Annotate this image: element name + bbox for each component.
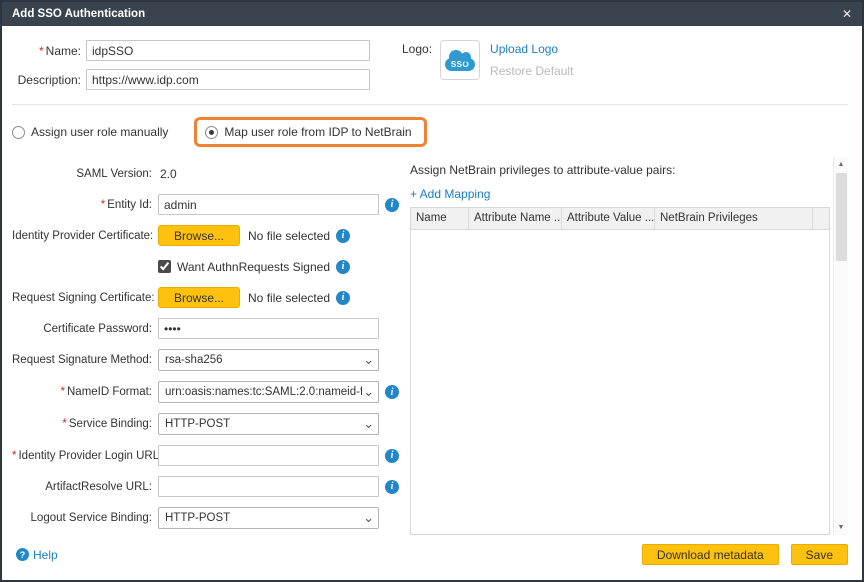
sso-logo-icon: SSO (440, 40, 480, 80)
saml-form: SAML Version: 2.0 *Entity Id: i Identity… (12, 157, 400, 535)
required-marker: * (101, 199, 105, 211)
info-icon[interactable]: i (385, 449, 399, 463)
name-label: *Name: (12, 44, 86, 58)
required-marker: * (61, 386, 65, 398)
logo-area: Logo: SSO Upload Logo Restore Default (402, 40, 573, 98)
nameid-format-select[interactable]: urn:oasis:names:tc:SAML:2.0:nameid-fo...… (158, 381, 379, 403)
dialog-titlebar: Add SSO Authentication ✕ (2, 2, 862, 26)
radio-map-idp-netbrain[interactable]: Map user role from IDP to NetBrain (205, 125, 411, 139)
chevron-down-icon: ⌄ (363, 351, 374, 369)
upload-logo-link[interactable]: Upload Logo (490, 42, 558, 56)
annotation-highlight-box: Map user role from IDP to NetBrain (194, 117, 426, 147)
certificate-password-label: Certificate Password: (12, 323, 158, 335)
description-input[interactable] (86, 69, 370, 90)
info-icon[interactable]: i (385, 480, 399, 494)
radio-unselected-icon[interactable] (12, 126, 25, 139)
column-header-netbrain-privileges: NetBrain Privileges (655, 208, 813, 229)
mapping-panel: Assign NetBrain privileges to attribute-… (400, 157, 848, 535)
logo-label: Logo: (402, 40, 440, 98)
required-marker: * (39, 44, 44, 58)
add-mapping-link[interactable]: + Add Mapping (410, 187, 490, 201)
service-binding-label: *Service Binding: (12, 418, 158, 430)
add-sso-authentication-dialog: Add SSO Authentication ✕ *Name: Descript… (0, 0, 864, 582)
info-icon[interactable]: i (385, 198, 399, 212)
help-label: Help (33, 548, 58, 562)
logout-binding-select[interactable]: HTTP-POST ⌄ (158, 507, 379, 529)
radio-assign-manually[interactable]: Assign user role manually (12, 125, 168, 139)
radio-assign-manually-label: Assign user role manually (31, 125, 168, 139)
required-marker: * (62, 418, 66, 430)
section-divider (12, 104, 848, 105)
radio-map-idp-label: Map user role from IDP to NetBrain (224, 125, 411, 139)
signing-certificate-no-file-text: No file selected (248, 291, 330, 305)
entity-id-input[interactable] (158, 194, 379, 215)
service-binding-select[interactable]: HTTP-POST ⌄ (158, 413, 379, 435)
chevron-down-icon: ⌄ (363, 383, 374, 401)
scroll-up-icon[interactable]: ▲ (834, 157, 849, 172)
role-options-row: Assign user role manually Map user role … (12, 115, 848, 149)
close-icon[interactable]: ✕ (842, 7, 852, 21)
column-header-name: Name (411, 208, 469, 229)
idp-login-url-label: *Identity Provider Login URL: (12, 450, 158, 462)
dialog-body: *Name: Description: Logo: SSO Upload Log… (2, 26, 862, 580)
restore-default-link[interactable]: Restore Default (490, 64, 573, 78)
mapping-panel-title: Assign NetBrain privileges to attribute-… (410, 163, 830, 177)
column-header-attribute-name: Attribute Name ... (469, 208, 562, 229)
help-icon: ? (16, 548, 29, 561)
save-button[interactable]: Save (791, 544, 848, 565)
chevron-down-icon: ⌄ (363, 509, 374, 527)
signature-method-label: Request Signature Method: (12, 354, 158, 366)
idp-certificate-browse-button[interactable]: Browse... (158, 225, 240, 246)
authn-requests-signed-checkbox[interactable] (158, 260, 171, 273)
signing-certificate-label: Request Signing Certificate: (12, 292, 158, 304)
info-icon[interactable]: i (336, 260, 350, 274)
signing-certificate-browse-button[interactable]: Browse... (158, 287, 240, 308)
authn-requests-signed-label: Want AuthnRequests Signed (177, 260, 330, 274)
mapping-table-header: Name Attribute Name ... Attribute Value … (411, 208, 829, 230)
mapping-table-body (411, 230, 829, 534)
artifact-resolve-url-input[interactable] (158, 476, 379, 497)
certificate-password-input[interactable] (158, 318, 379, 339)
info-icon[interactable]: i (336, 229, 350, 243)
help-link[interactable]: ? Help (16, 548, 58, 562)
main-section: SAML Version: 2.0 *Entity Id: i Identity… (12, 157, 848, 535)
column-header-filler (813, 208, 829, 229)
idp-certificate-no-file-text: No file selected (248, 229, 330, 243)
sso-logo-text: SSO (445, 60, 475, 69)
artifact-resolve-url-label: ArtifactResolve URL: (12, 481, 158, 493)
saml-version-value: 2.0 (158, 167, 177, 181)
name-input[interactable] (86, 40, 370, 61)
column-header-attribute-value: Attribute Value ... (562, 208, 655, 229)
scroll-down-icon[interactable]: ▼ (834, 520, 849, 535)
chevron-down-icon: ⌄ (363, 415, 374, 433)
dialog-title: Add SSO Authentication (12, 8, 145, 20)
saml-version-label: SAML Version: (12, 168, 158, 180)
idp-login-url-input[interactable] (158, 445, 379, 466)
cloud-icon: SSO (445, 58, 475, 71)
download-metadata-button[interactable]: Download metadata (642, 544, 779, 565)
info-icon[interactable]: i (385, 385, 399, 399)
radio-selected-icon[interactable] (205, 126, 218, 139)
signature-method-select[interactable]: rsa-sha256 ⌄ (158, 349, 379, 371)
entity-id-label: *Entity Id: (12, 199, 158, 211)
vertical-scrollbar[interactable]: ▲ ▼ (833, 157, 848, 535)
info-icon[interactable]: i (336, 291, 350, 305)
idp-certificate-label: Identity Provider Certificate: (12, 230, 158, 242)
logout-binding-label: Logout Service Binding: (12, 512, 158, 524)
nameid-format-label: *NameID Format: (12, 386, 158, 398)
required-marker: * (12, 450, 16, 462)
description-label: Description: (12, 73, 86, 87)
scrollbar-thumb[interactable] (836, 173, 847, 261)
mapping-table: Name Attribute Name ... Attribute Value … (410, 207, 830, 535)
top-section: *Name: Description: Logo: SSO Upload Log… (12, 40, 848, 98)
dialog-footer: ? Help Download metadata Save (12, 541, 848, 568)
